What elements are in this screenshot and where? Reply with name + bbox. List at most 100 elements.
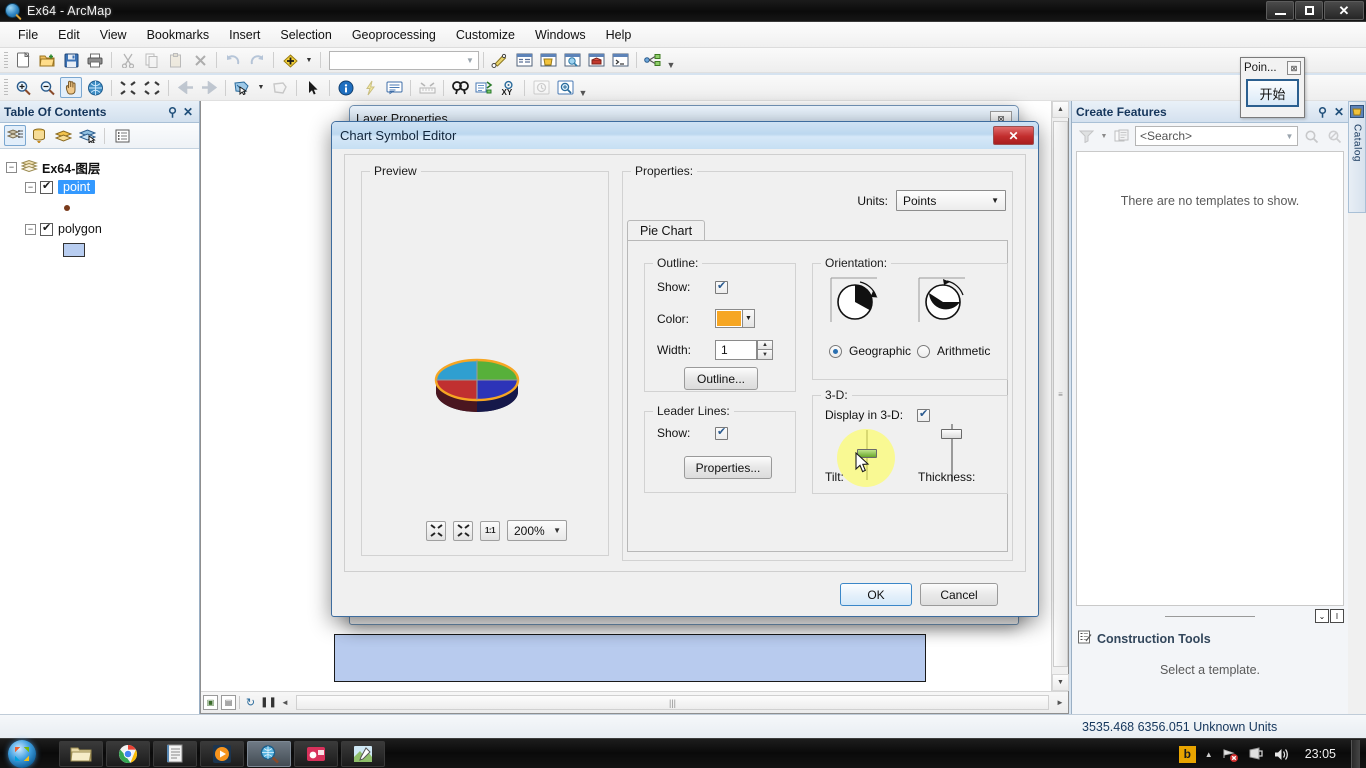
template-properties-icon[interactable] (1112, 126, 1132, 146)
leader-properties-button[interactable]: Properties... (684, 456, 772, 479)
taskbar-file-explorer-icon[interactable] (59, 740, 103, 767)
scroll-thumb[interactable]: ≡ (1053, 121, 1068, 667)
taskbar-notepad-icon[interactable] (153, 740, 197, 767)
identify-icon[interactable] (335, 77, 357, 98)
chevron-down-icon[interactable]: ▼ (553, 526, 561, 535)
python-window-icon[interactable] (609, 50, 631, 71)
show-desktop-button[interactable] (1351, 740, 1360, 768)
close-icon[interactable]: ⊠ (1287, 61, 1301, 75)
toolbar-grip[interactable] (4, 51, 8, 69)
chevron-down-icon[interactable]: ▼ (462, 52, 478, 69)
zoom-in-preview-button[interactable] (453, 520, 473, 541)
ime-language-icon[interactable]: b (1178, 745, 1196, 763)
select-features-icon[interactable] (231, 77, 253, 98)
taskbar-media-player-icon[interactable] (200, 740, 244, 767)
toc-root-node[interactable]: − Ex64-图层 (6, 157, 199, 177)
toolbar-overflow-icon[interactable]: ▼ (577, 78, 589, 98)
catalog-side-tab[interactable]: Catalog (1348, 101, 1366, 213)
print-icon[interactable] (84, 50, 106, 71)
menu-help[interactable]: Help (596, 25, 642, 45)
delete-icon[interactable] (189, 50, 211, 71)
list-by-visibility-icon[interactable] (52, 125, 74, 146)
zoom-out-icon[interactable] (36, 77, 58, 98)
taskbar-paint-icon[interactable] (341, 740, 385, 767)
taskbar-arcmap-icon[interactable] (247, 740, 291, 767)
display-3d-checkbox[interactable] (917, 407, 931, 422)
outline-color-swatch[interactable] (715, 309, 743, 328)
outline-button[interactable]: Outline... (684, 367, 758, 390)
spin-up-button[interactable]: ▲ (757, 340, 773, 350)
go-back-icon[interactable] (174, 77, 196, 98)
catalog-window-icon[interactable] (537, 50, 559, 71)
menu-geoprocessing[interactable]: Geoprocessing (342, 25, 446, 45)
time-slider-icon[interactable] (530, 77, 552, 98)
menu-customize[interactable]: Customize (446, 25, 525, 45)
expand-collapse-icon[interactable]: − (25, 181, 36, 193)
cut-icon[interactable] (117, 50, 139, 71)
find-icon[interactable] (449, 77, 471, 98)
close-button[interactable]: ✕ (1324, 1, 1364, 20)
open-folder-icon[interactable] (36, 50, 58, 71)
units-dropdown[interactable]: Points ▼ (896, 190, 1006, 211)
hyperlink-icon[interactable] (359, 77, 381, 98)
menu-windows[interactable]: Windows (525, 25, 596, 45)
network-icon[interactable] (1222, 747, 1239, 762)
list-by-source-icon[interactable] (28, 125, 50, 146)
select-dropdown-icon[interactable]: ▼ (255, 77, 267, 98)
expand-collapse-icon[interactable]: − (25, 223, 36, 235)
save-icon[interactable] (60, 50, 82, 71)
pin-icon[interactable]: ⚲ (1318, 105, 1327, 119)
find-route-icon[interactable] (473, 77, 495, 98)
geographic-orientation-thumbnail[interactable] (829, 276, 885, 331)
pin-icon[interactable]: ⚲ (168, 105, 177, 119)
arctoolbox-icon[interactable] (585, 50, 607, 71)
layer-visibility-checkbox[interactable] (40, 221, 53, 236)
templates-list[interactable]: There are no templates to show. (1076, 151, 1344, 606)
map-horizontal-scrollbar[interactable]: ||| (296, 695, 1049, 710)
close-icon[interactable]: ✕ (183, 105, 193, 119)
select-elements-icon[interactable] (302, 77, 324, 98)
expand-collapse-icon[interactable]: − (6, 161, 17, 173)
polygon-symbol[interactable] (63, 243, 85, 257)
refresh-icon[interactable]: ↻ (243, 695, 258, 710)
taskbar-screen-recorder-icon[interactable] (294, 740, 338, 767)
arithmetic-orientation-thumbnail[interactable] (917, 276, 973, 331)
layer-visibility-checkbox[interactable] (40, 179, 53, 194)
clear-selection-icon[interactable] (269, 77, 291, 98)
go-forward-icon[interactable] (198, 77, 220, 98)
ok-button[interactable]: OK (840, 583, 912, 606)
scroll-up-arrow[interactable]: ▲ (1052, 101, 1069, 118)
create-viewer-icon[interactable] (554, 77, 576, 98)
actual-size-button[interactable]: 1:1 (480, 520, 500, 541)
search-icon[interactable] (1301, 126, 1321, 146)
fixed-zoom-out-icon[interactable] (141, 77, 163, 98)
template-search-input[interactable]: <Search> ▼ (1135, 126, 1298, 146)
cancel-button[interactable]: Cancel (920, 583, 998, 606)
taskbar-clock[interactable]: 23:05 (1299, 747, 1342, 761)
pan-icon[interactable] (60, 77, 82, 98)
menu-bookmarks[interactable]: Bookmarks (137, 25, 220, 45)
pause-icon[interactable]: ❚❚ (260, 695, 277, 710)
measure-icon[interactable] (416, 77, 438, 98)
options-icon[interactable] (111, 125, 133, 146)
preview-zoom-combo[interactable]: 200% ▼ (507, 520, 567, 541)
expand-button[interactable]: I (1330, 609, 1344, 623)
volume-icon[interactable] (1273, 747, 1290, 762)
editor-toolbar-icon[interactable] (489, 50, 511, 71)
chevron-down-icon[interactable]: ▼ (1282, 132, 1297, 141)
show-hidden-icons-button[interactable]: ▲ (1205, 750, 1213, 759)
redo-icon[interactable] (246, 50, 268, 71)
list-by-selection-icon[interactable] (76, 125, 98, 146)
paste-icon[interactable] (165, 50, 187, 71)
search-window-icon[interactable] (561, 50, 583, 71)
dialog-close-button[interactable]: ✕ (993, 126, 1034, 145)
arithmetic-radio[interactable] (917, 344, 930, 358)
point-symbol[interactable] (64, 205, 70, 211)
scroll-down-arrow[interactable]: ▼ (1052, 674, 1069, 691)
full-extent-icon[interactable] (84, 77, 106, 98)
clear-search-icon[interactable] (1324, 126, 1344, 146)
spin-down-button[interactable]: ▼ (757, 350, 773, 360)
map-vertical-scrollbar[interactable]: ▲ ≡ ▼ (1051, 101, 1069, 691)
organize-templates-icon[interactable] (1076, 126, 1096, 146)
chevron-down-icon[interactable]: ▼ (991, 196, 999, 205)
